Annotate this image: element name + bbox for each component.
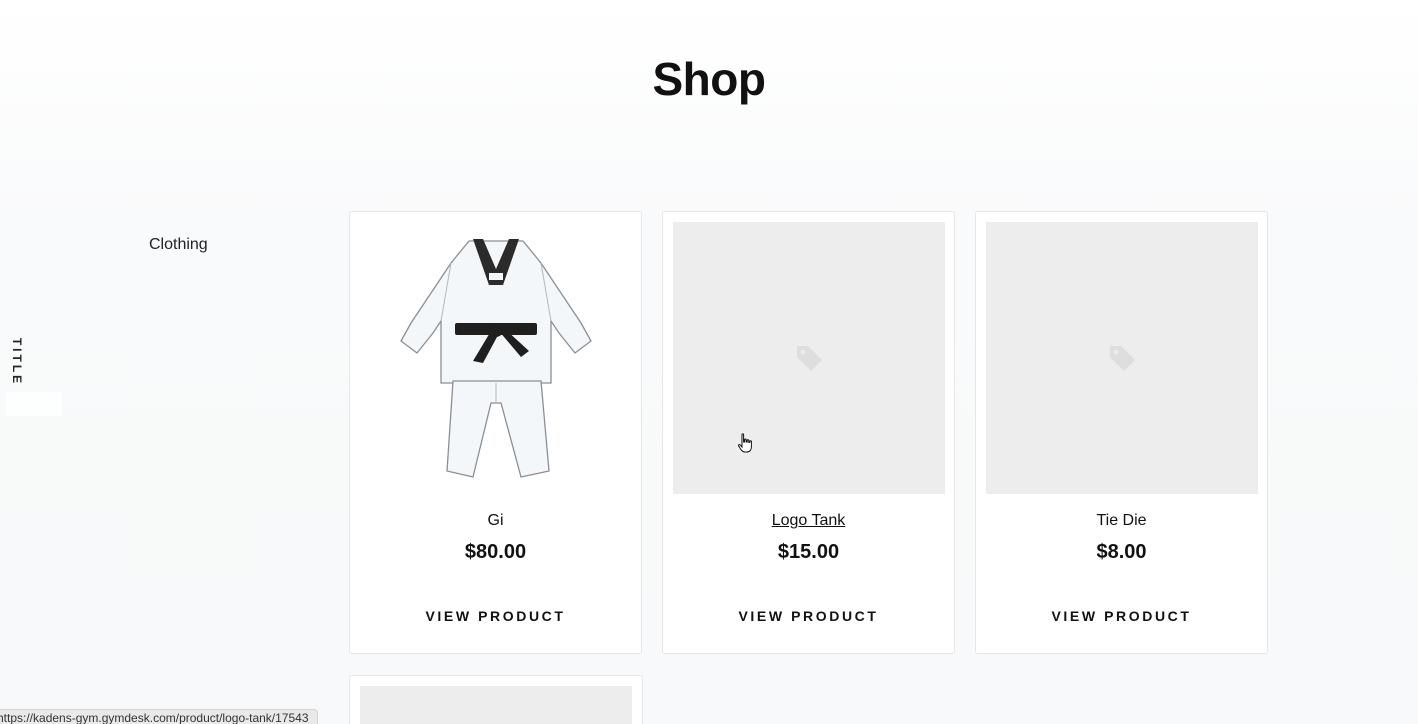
product-image[interactable] [360,222,632,494]
product-card[interactable]: Logo Tank $15.00 VIEW PRODUCT [662,211,955,654]
hand-pointer-cursor-icon [737,433,752,453]
page-title: Shop [652,53,766,105]
product-name[interactable]: Logo Tank [663,512,954,530]
product-card[interactable]: Gi $80.00 VIEW PRODUCT [349,211,642,654]
product-price: $8.00 [1096,541,1147,563]
gi-uniform-image [400,239,592,478]
product-image-placeholder[interactable] [360,686,632,724]
product-name[interactable]: Gi [350,512,641,530]
shop-page: Shop TITLE Clothing Gi $80.00 VIEW PRODU… [0,0,1418,724]
product-name[interactable]: Tie Die [976,512,1267,530]
view-product-button[interactable]: VIEW PRODUCT [350,608,641,624]
view-product-button[interactable]: VIEW PRODUCT [976,608,1267,624]
tag-icon [1110,346,1135,371]
product-card[interactable]: Tie Die $8.00 VIEW PRODUCT [975,211,1268,654]
side-title-tab-label: TITLE [10,337,25,387]
status-bar-url: https://kadens-gym.gymdesk.com/product/l… [0,709,318,724]
product-image-placeholder[interactable] [986,222,1258,494]
view-product-button[interactable]: VIEW PRODUCT [663,608,954,624]
product-price: $80.00 [464,541,527,563]
product-card[interactable] [349,675,643,724]
side-title-tab[interactable]: TITLE [5,336,29,388]
product-price: $15.00 [777,541,840,563]
product-image-placeholder[interactable] [673,222,945,494]
side-tab-shadow [6,392,62,416]
tag-icon [797,346,822,371]
category-link-clothing[interactable]: Clothing [149,236,208,254]
